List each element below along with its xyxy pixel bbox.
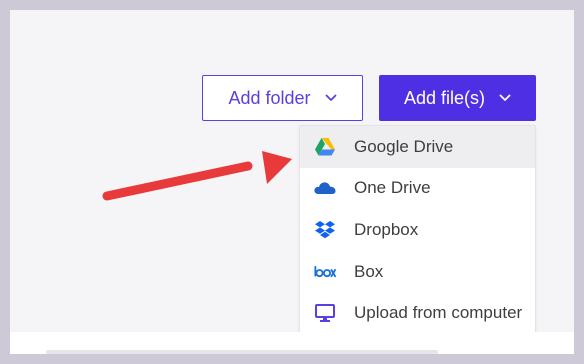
menu-item-upload-from-computer[interactable]: Upload from computer <box>300 292 535 334</box>
menu-item-label: Google Drive <box>354 136 454 156</box>
box-icon <box>314 261 336 283</box>
menu-item-dropbox[interactable]: Dropbox <box>300 209 535 251</box>
menu-item-label: Upload from computer <box>354 303 523 323</box>
upload-panel: Add folder Add file(s) Google Drive One … <box>10 10 574 354</box>
menu-item-one-drive[interactable]: One Drive <box>300 168 535 210</box>
add-files-button[interactable]: Add file(s) <box>379 75 536 121</box>
google-drive-icon <box>314 136 336 158</box>
chevron-down-icon <box>325 94 337 102</box>
content-area-edge <box>10 332 574 354</box>
menu-item-label: Box <box>354 261 384 281</box>
monitor-icon <box>314 302 336 324</box>
add-folder-label: Add folder <box>228 87 311 108</box>
add-files-dropdown-menu: Google Drive One Drive Dropbox Box Uploa… <box>299 125 536 340</box>
onedrive-icon <box>314 177 336 199</box>
chevron-down-icon <box>499 94 511 102</box>
add-folder-button[interactable]: Add folder <box>202 75 363 121</box>
menu-item-google-drive[interactable]: Google Drive <box>300 126 535 168</box>
menu-item-label: Dropbox <box>354 219 419 239</box>
dropbox-icon <box>314 219 336 241</box>
divider <box>46 350 438 354</box>
add-files-label: Add file(s) <box>403 87 486 108</box>
menu-item-box[interactable]: Box <box>300 251 535 293</box>
menu-item-label: One Drive <box>354 178 431 198</box>
